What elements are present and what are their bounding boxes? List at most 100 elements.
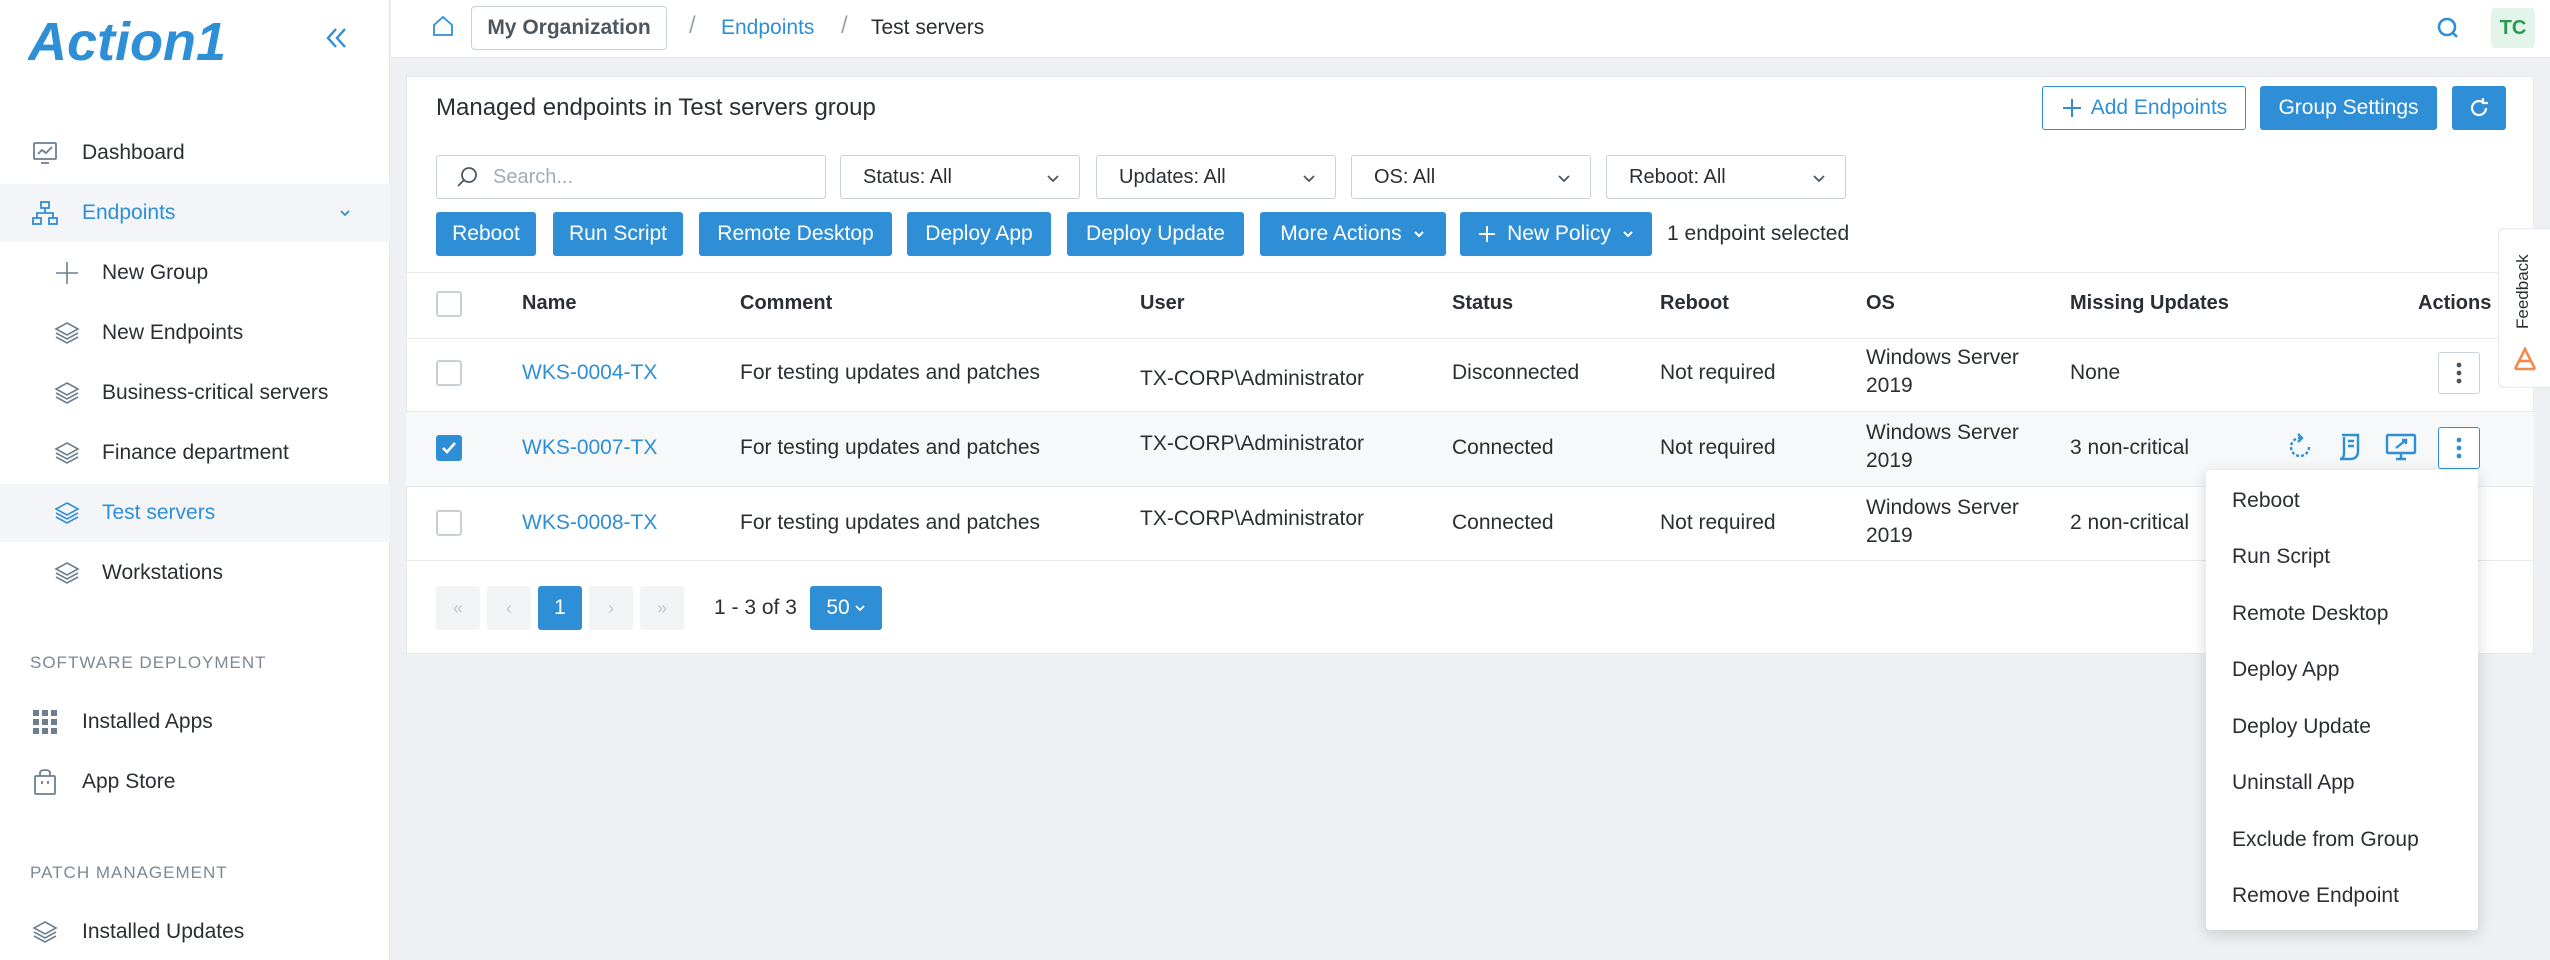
search-input[interactable] bbox=[493, 165, 793, 189]
sidebar-item-label: Workstations bbox=[102, 561, 223, 584]
chevron-down-icon bbox=[338, 206, 352, 220]
menu-item-deploy-app[interactable]: Deploy App bbox=[2206, 642, 2478, 698]
layers-icon bbox=[52, 558, 82, 588]
user-avatar[interactable]: TC bbox=[2491, 8, 2535, 48]
status-filter[interactable]: Status: All bbox=[840, 155, 1080, 199]
endpoint-comment: For testing updates and patches bbox=[740, 511, 1041, 534]
page-title: Managed endpoints in Test servers group bbox=[436, 94, 876, 121]
select-all-checkbox[interactable] bbox=[436, 291, 462, 317]
refresh-icon bbox=[2470, 98, 2488, 117]
reboot-icon[interactable] bbox=[2284, 431, 2316, 463]
sidebar-item-business-critical-servers[interactable]: Business-critical servers bbox=[0, 364, 390, 422]
reboot-button[interactable]: Reboot bbox=[436, 212, 536, 256]
row-checkbox[interactable] bbox=[436, 435, 462, 461]
collapse-sidebar-button[interactable] bbox=[318, 20, 354, 56]
search-icon[interactable] bbox=[2435, 15, 2461, 41]
sidebar-item-workstations[interactable]: Workstations bbox=[0, 544, 390, 602]
feedback-icon bbox=[2511, 345, 2539, 373]
sidebar-item-label: App Store bbox=[82, 770, 176, 793]
sidebar-item-app-store[interactable]: App Store bbox=[0, 753, 390, 811]
store-icon bbox=[30, 767, 60, 797]
deploy-app-button[interactable]: Deploy App bbox=[907, 212, 1051, 256]
reboot-filter[interactable]: Reboot: All bbox=[1606, 155, 1846, 199]
deploy-update-button[interactable]: Deploy Update bbox=[1067, 212, 1244, 256]
status-filter-value: Status: All bbox=[863, 165, 952, 188]
os-line: 2019 bbox=[1866, 524, 1913, 547]
updates-filter-value: Updates: All bbox=[1119, 165, 1226, 188]
column-header-comment[interactable]: Comment bbox=[740, 292, 832, 315]
run-script-icon[interactable] bbox=[2334, 431, 2366, 463]
group-settings-button[interactable]: Group Settings bbox=[2260, 86, 2437, 130]
next-page-button[interactable]: › bbox=[589, 586, 633, 630]
column-header-os[interactable]: OS bbox=[1866, 292, 1895, 315]
reboot-filter-value: Reboot: All bbox=[1629, 165, 1726, 188]
endpoint-reboot: Not required bbox=[1660, 511, 1776, 534]
breadcrumb-endpoints[interactable]: Endpoints bbox=[721, 16, 814, 40]
first-page-button[interactable]: « bbox=[436, 586, 480, 630]
menu-item-exclude-from-group[interactable]: Exclude from Group bbox=[2206, 812, 2478, 868]
sidebar-item-installed-updates[interactable]: Installed Updates bbox=[0, 903, 390, 960]
menu-item-deploy-update[interactable]: Deploy Update bbox=[2206, 699, 2478, 755]
add-endpoints-button[interactable]: Add Endpoints bbox=[2042, 86, 2246, 130]
column-header-status[interactable]: Status bbox=[1452, 292, 1513, 315]
sidebar-item-installed-apps[interactable]: Installed Apps bbox=[0, 693, 390, 751]
endpoint-status: Connected bbox=[1452, 511, 1554, 534]
column-header-reboot[interactable]: Reboot bbox=[1660, 292, 1729, 315]
chevron-down-icon bbox=[1623, 231, 1633, 238]
feedback-tab[interactable]: Feedback bbox=[2498, 228, 2550, 388]
row-checkbox[interactable] bbox=[436, 360, 462, 386]
column-header-name[interactable]: Name bbox=[522, 292, 576, 315]
endpoint-user: TX-CORP\Administrator bbox=[1140, 507, 1365, 530]
endpoint-os: Windows Server 2019 bbox=[1866, 419, 2019, 475]
os-line: Windows Server bbox=[1866, 496, 2019, 519]
selection-count: 1 endpoint selected bbox=[1667, 222, 1850, 245]
breadcrumb-separator: / bbox=[689, 12, 696, 39]
sidebar-item-label: Dashboard bbox=[82, 141, 185, 164]
refresh-button[interactable] bbox=[2452, 86, 2506, 130]
updates-filter[interactable]: Updates: All bbox=[1096, 155, 1336, 199]
sidebar-item-new-endpoints[interactable]: New Endpoints bbox=[0, 304, 390, 362]
endpoint-missing-updates: 2 non-critical bbox=[2070, 511, 2190, 534]
page-button-current[interactable]: 1 bbox=[538, 586, 582, 630]
row-actions-button[interactable] bbox=[2438, 427, 2480, 469]
more-actions-button[interactable]: More Actions bbox=[1260, 212, 1446, 256]
endpoint-reboot: Not required bbox=[1660, 361, 1776, 384]
home-icon[interactable] bbox=[431, 14, 455, 38]
remote-desktop-icon[interactable] bbox=[2384, 431, 2418, 463]
sidebar-item-endpoints[interactable]: Endpoints bbox=[0, 184, 390, 242]
search-icon bbox=[455, 165, 479, 189]
prev-page-button[interactable]: ‹ bbox=[487, 586, 531, 630]
sidebar-item-label: Installed Updates bbox=[82, 920, 245, 943]
dashboard-icon bbox=[30, 138, 60, 168]
organization-selector[interactable]: My Organization bbox=[471, 6, 667, 50]
menu-item-reboot[interactable]: Reboot bbox=[2206, 473, 2478, 529]
menu-item-run-script[interactable]: Run Script bbox=[2206, 529, 2478, 585]
search-field[interactable] bbox=[436, 155, 826, 199]
plus-icon bbox=[2062, 99, 2081, 117]
endpoint-name-link[interactable]: WKS-0007-TX bbox=[522, 436, 657, 460]
remote-desktop-button[interactable]: Remote Desktop bbox=[699, 212, 892, 256]
run-script-button[interactable]: Run Script bbox=[553, 212, 683, 256]
page-size-selector[interactable]: 50 bbox=[810, 586, 882, 630]
row-actions-button[interactable] bbox=[2438, 352, 2480, 394]
menu-item-uninstall-app[interactable]: Uninstall App bbox=[2206, 755, 2478, 811]
plus-icon bbox=[52, 258, 82, 288]
menu-item-remote-desktop[interactable]: Remote Desktop bbox=[2206, 586, 2478, 642]
column-header-user[interactable]: User bbox=[1140, 292, 1184, 315]
endpoint-name-link[interactable]: WKS-0004-TX bbox=[522, 361, 657, 385]
column-header-missing-updates[interactable]: Missing Updates bbox=[2070, 292, 2229, 315]
sidebar-item-finance-department[interactable]: Finance department bbox=[0, 424, 390, 482]
os-filter[interactable]: OS: All bbox=[1351, 155, 1591, 199]
endpoint-name-link[interactable]: WKS-0008-TX bbox=[522, 511, 657, 535]
menu-item-remove-endpoint[interactable]: Remove Endpoint bbox=[2206, 868, 2478, 924]
sidebar-item-test-servers[interactable]: Test servers bbox=[0, 484, 390, 542]
column-header-actions: Actions bbox=[2418, 292, 2492, 314]
sidebar-item-dashboard[interactable]: Dashboard bbox=[0, 124, 390, 182]
new-policy-button[interactable]: New Policy bbox=[1460, 212, 1652, 256]
row-checkbox[interactable] bbox=[436, 510, 462, 536]
last-page-button[interactable]: » bbox=[640, 586, 684, 630]
add-endpoints-label: Add Endpoints bbox=[2090, 96, 2228, 119]
sidebar-item-new-group[interactable]: New Group bbox=[0, 244, 390, 302]
kebab-icon bbox=[2456, 437, 2462, 459]
action1-logo[interactable]: Action1 bbox=[28, 8, 288, 74]
